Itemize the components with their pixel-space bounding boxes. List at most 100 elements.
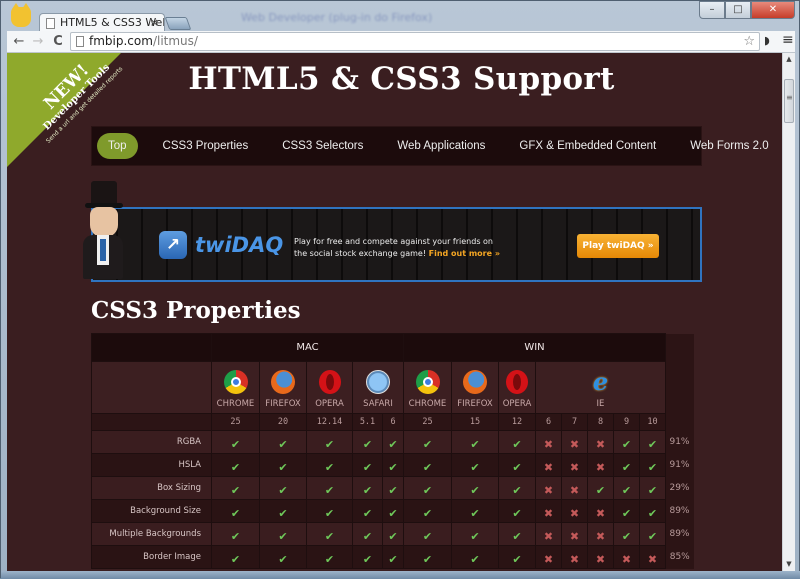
support-cell: ✖ xyxy=(587,430,614,454)
page-icon xyxy=(76,36,84,47)
check-icon: ✔ xyxy=(362,460,373,474)
vertical-scrollbar[interactable]: ▲ ▼ xyxy=(782,53,795,571)
twidaq-brand: twiDAQ xyxy=(195,233,284,257)
table-corner xyxy=(91,361,212,414)
version-cell: 12.14 xyxy=(306,413,353,431)
cross-icon: ✖ xyxy=(543,460,554,474)
nav-item-gfx-embedded[interactable]: GFX & Embedded Content xyxy=(508,133,667,159)
browser-tab[interactable]: HTML5 & CSS3 Web × xyxy=(39,13,165,32)
version-cell: 15 xyxy=(451,413,499,431)
support-cell: ✔ xyxy=(613,499,640,523)
check-icon: ✔ xyxy=(512,529,522,543)
check-icon: ✔ xyxy=(324,460,335,474)
bookmark-star-icon[interactable]: ☆ xyxy=(743,33,755,50)
browser-name: OPERA xyxy=(315,399,344,409)
cross-icon: ✖ xyxy=(543,506,554,520)
support-cell: ✔ xyxy=(259,476,307,500)
back-button[interactable]: ← xyxy=(10,32,28,52)
support-cell: ✖ xyxy=(561,476,588,500)
version-cell: 6 xyxy=(535,413,562,431)
extension-icon[interactable]: ◗ xyxy=(764,34,770,47)
find-out-more-link[interactable]: Find out more » xyxy=(429,249,500,258)
check-icon: ✔ xyxy=(422,552,433,566)
twidaq-logo[interactable]: ↗ twiDAQ xyxy=(159,231,283,259)
support-cell: ✔ xyxy=(306,453,353,477)
check-icon: ✔ xyxy=(621,529,632,543)
scroll-down-arrow-icon[interactable]: ▼ xyxy=(783,558,795,571)
support-cell: ✔ xyxy=(211,476,260,500)
address-bar[interactable]: fmbip.com/litmus/ ☆ xyxy=(70,32,760,51)
nav-item-web-forms[interactable]: Web Forms 2.0 xyxy=(679,133,779,159)
support-cell: ✖ xyxy=(535,545,562,569)
support-cell: ✔ xyxy=(451,545,499,569)
new-tab-button[interactable] xyxy=(164,17,192,30)
nav-item-css3-properties[interactable]: CSS3 Properties xyxy=(152,133,260,159)
check-icon: ✔ xyxy=(512,483,522,497)
support-cell: ✔ xyxy=(403,499,452,523)
support-cell: ✔ xyxy=(639,430,666,454)
menu-icon[interactable]: ≡ xyxy=(782,32,794,48)
check-icon: ✔ xyxy=(278,552,288,566)
table-corner xyxy=(91,333,212,362)
pct-spacer xyxy=(665,361,694,414)
support-cell: ✖ xyxy=(587,499,614,523)
opera-icon xyxy=(318,370,341,394)
minimize-button[interactable]: – xyxy=(699,1,725,19)
maximize-button[interactable]: □ xyxy=(725,1,751,19)
play-twidaq-button[interactable]: Play twiDAQ » xyxy=(577,234,659,258)
check-icon: ✔ xyxy=(470,552,480,566)
support-percent: 89% xyxy=(665,499,694,523)
support-cell: ✔ xyxy=(352,453,383,477)
chrome-icon xyxy=(415,370,440,394)
browser-header: OPERA xyxy=(498,361,536,414)
check-icon: ✔ xyxy=(422,483,433,497)
close-window-button[interactable]: ✕ xyxy=(751,1,795,19)
forward-button[interactable]: → xyxy=(29,32,47,52)
check-icon: ✔ xyxy=(388,437,398,451)
check-icon: ✔ xyxy=(362,529,373,543)
browser-header: FIREFOX xyxy=(451,361,499,414)
check-icon: ✔ xyxy=(470,529,480,543)
support-cell: ✖ xyxy=(535,430,562,454)
check-icon: ✔ xyxy=(470,506,480,520)
nav-item-css3-selectors[interactable]: CSS3 Selectors xyxy=(271,133,374,159)
nav-item-top[interactable]: Top xyxy=(97,133,138,159)
support-cell: ✖ xyxy=(613,545,640,569)
reload-button[interactable]: C xyxy=(49,32,67,52)
support-cell: ✔ xyxy=(211,453,260,477)
url-path: /litmus/ xyxy=(152,34,198,48)
tab-close-icon[interactable]: × xyxy=(150,14,159,32)
support-cell: ✔ xyxy=(306,430,353,454)
support-cell: ✔ xyxy=(639,476,666,500)
support-cell: ✔ xyxy=(211,545,260,569)
check-icon: ✔ xyxy=(647,437,658,451)
support-cell: ✔ xyxy=(352,476,383,500)
scroll-thumb[interactable] xyxy=(784,79,794,123)
section-nav: Top CSS3 Properties CSS3 Selectors Web A… xyxy=(91,126,769,166)
scroll-up-arrow-icon[interactable]: ▲ xyxy=(783,53,795,66)
check-icon: ✔ xyxy=(512,506,522,520)
cross-icon: ✖ xyxy=(543,483,554,497)
check-icon: ✔ xyxy=(647,529,658,543)
chart-trend-icon: ↗ xyxy=(159,231,187,259)
cross-icon: ✖ xyxy=(543,552,554,566)
check-icon: ✔ xyxy=(621,483,632,497)
check-icon: ✔ xyxy=(512,460,522,474)
support-cell: ✔ xyxy=(306,545,353,569)
check-icon: ✔ xyxy=(230,437,241,451)
support-cell: ✔ xyxy=(498,430,536,454)
support-cell: ✔ xyxy=(403,476,452,500)
support-cell: ✔ xyxy=(613,430,640,454)
section-title: CSS3 Properties xyxy=(91,297,301,324)
nav-item-web-applications[interactable]: Web Applications xyxy=(386,133,496,159)
support-cell: ✖ xyxy=(561,545,588,569)
check-icon: ✔ xyxy=(324,437,335,451)
support-cell: ✔ xyxy=(403,430,452,454)
support-cell: ✔ xyxy=(259,453,307,477)
cross-icon: ✖ xyxy=(569,506,580,520)
support-cell: ✖ xyxy=(561,453,588,477)
support-cell: ✔ xyxy=(639,453,666,477)
support-cell: ✔ xyxy=(498,476,536,500)
cross-icon: ✖ xyxy=(595,529,606,543)
version-cell: 8 xyxy=(587,413,614,431)
